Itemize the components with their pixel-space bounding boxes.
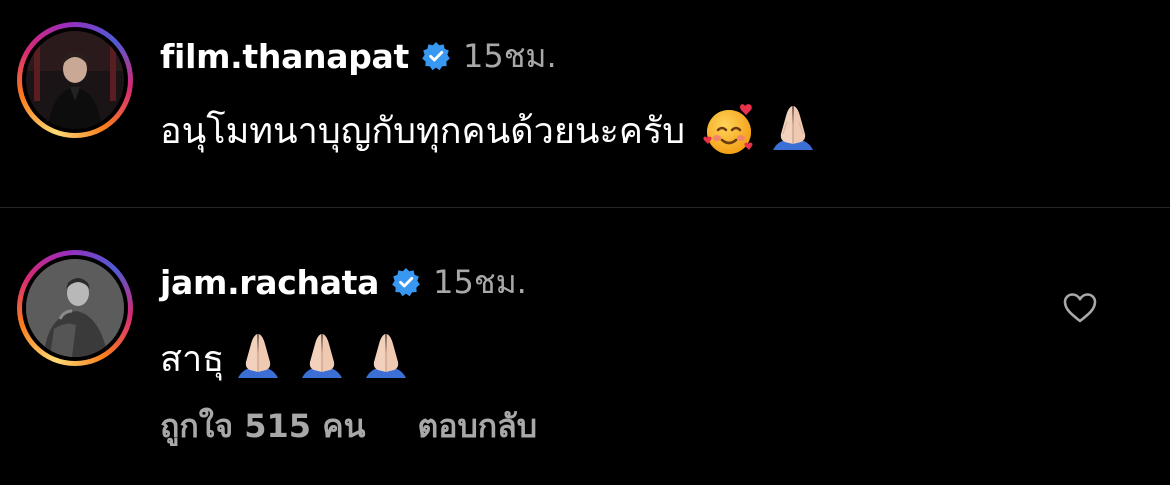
folded-hands-icon	[228, 328, 288, 388]
folded-hands-icon	[292, 328, 352, 388]
comment-body: สาธุ	[160, 338, 225, 380]
avatar-story-ring[interactable]	[17, 250, 133, 366]
reply-button[interactable]: ตอบกลับ	[417, 401, 537, 452]
comment-actions: ถูกใจ 515 คน ตอบกลับ	[160, 404, 537, 448]
comment-item: jam.rachata 15ชม. สาธุ ถูกใจ 515 คน ตอบก…	[0, 208, 1170, 485]
comment-text: อนุโมทนาบุญกับทุกคนด้วยนะครับ	[160, 100, 823, 160]
comment-time: 15ชม.	[462, 36, 557, 75]
folded-hands-icon	[763, 100, 823, 160]
avatar[interactable]	[26, 31, 124, 129]
verified-badge-icon	[391, 267, 421, 297]
folded-hands-icon	[356, 328, 416, 388]
heart-outline-icon[interactable]	[1060, 288, 1100, 328]
comment-header: film.thanapat 15ชม.	[160, 34, 557, 78]
username[interactable]: film.thanapat	[160, 37, 409, 76]
comment-item: film.thanapat 15ชม. อนุโมทนาบุญกับทุกคนด…	[0, 0, 1170, 207]
comment-text: สาธุ	[160, 328, 416, 388]
verified-badge-icon	[421, 41, 451, 71]
comment-header: jam.rachata 15ชม.	[160, 260, 527, 304]
username[interactable]: jam.rachata	[160, 263, 379, 302]
smiling-face-with-hearts-icon	[699, 100, 759, 160]
comment-body: อนุโมทนาบุญกับทุกคนด้วยนะครับ	[160, 110, 686, 152]
avatar-story-ring[interactable]	[17, 22, 133, 138]
comment-time: 15ชม.	[433, 262, 527, 301]
likes-count[interactable]: ถูกใจ 515 คน	[160, 401, 365, 452]
avatar[interactable]	[26, 259, 124, 357]
